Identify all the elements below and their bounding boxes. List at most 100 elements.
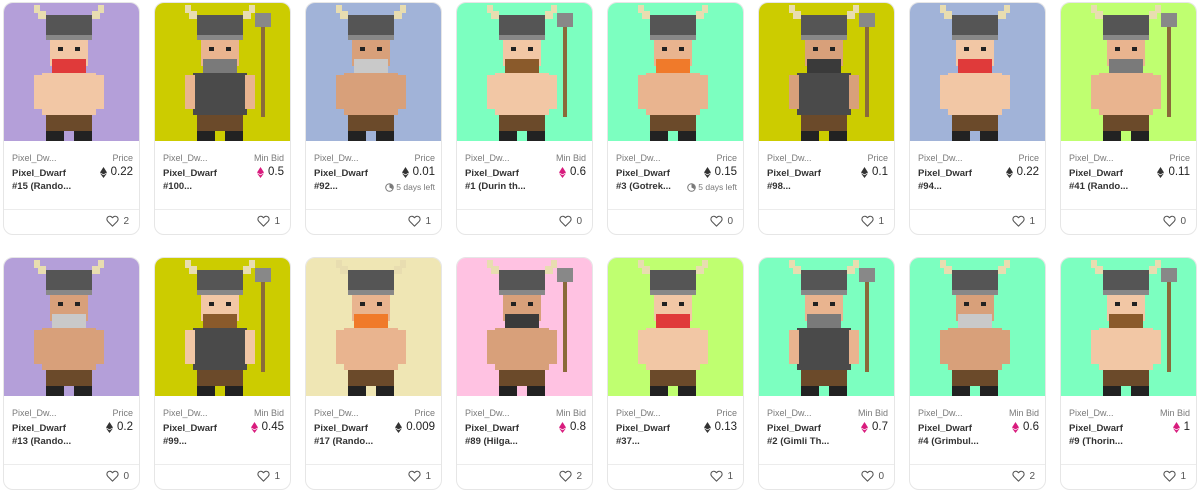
price-label: Min Bid <box>1159 408 1190 418</box>
nft-card[interactable]: Pixel_Dw... Price Pixel_Dwarf #15 (Rando...… <box>3 2 140 235</box>
nft-title[interactable]: Pixel_Dwarf #4 (Grimbul... <box>918 422 979 448</box>
price-label: Price <box>414 408 435 418</box>
price-value: 0.6 <box>1023 421 1039 433</box>
collection-name[interactable]: Pixel_Dw... <box>12 408 57 418</box>
nft-artwork[interactable] <box>457 3 592 141</box>
nft-artwork[interactable] <box>4 258 139 396</box>
nft-number: #98... <box>767 181 791 192</box>
heart-icon <box>408 470 422 482</box>
collection-name[interactable]: Pixel_Dw... <box>465 408 510 418</box>
collection-name[interactable]: Pixel_Dw... <box>616 153 661 163</box>
nft-name: Pixel_Dwarf <box>465 423 519 434</box>
nft-number: #41 (Rando... <box>1069 181 1129 192</box>
like-button[interactable]: 0 <box>710 215 733 227</box>
collection-name[interactable]: Pixel_Dw... <box>314 153 359 163</box>
nft-card[interactable]: Pixel_Dw... Price Pixel_Dwarf #37... 0.13 1 <box>607 257 744 490</box>
collection-name[interactable]: Pixel_Dw... <box>163 408 208 418</box>
nft-artwork[interactable] <box>155 3 290 141</box>
nft-title[interactable]: Pixel_Dwarf #13 (Rando... <box>12 422 71 448</box>
nft-artwork[interactable] <box>910 258 1045 396</box>
nft-title[interactable]: Pixel_Dwarf #15 (Rando... <box>12 167 71 193</box>
like-button[interactable]: 1 <box>1163 470 1186 482</box>
nft-title[interactable]: Pixel_Dwarf #89 (Hilga... <box>465 422 519 448</box>
collection-name[interactable]: Pixel_Dw... <box>1069 408 1114 418</box>
collection-name[interactable]: Pixel_Dw... <box>767 153 812 163</box>
collection-name[interactable]: Pixel_Dw... <box>767 408 812 418</box>
nft-title[interactable]: Pixel_Dwarf #92... <box>314 167 368 193</box>
like-button[interactable]: 2 <box>559 470 582 482</box>
nft-title[interactable]: Pixel_Dwarf #37... <box>616 422 670 448</box>
nft-artwork[interactable] <box>759 3 894 141</box>
nft-card[interactable]: Pixel_Dw... Min Bid Pixel_Dwarf #99... 0.45 1 <box>154 257 291 490</box>
nft-artwork[interactable] <box>608 3 743 141</box>
nft-title[interactable]: Pixel_Dwarf #1 (Durin th... <box>465 167 526 193</box>
collection-name[interactable]: Pixel_Dw... <box>918 153 963 163</box>
nft-artwork[interactable] <box>759 258 894 396</box>
like-button[interactable]: 2 <box>1012 470 1035 482</box>
like-button[interactable]: 0 <box>861 470 884 482</box>
like-button[interactable]: 1 <box>710 470 733 482</box>
nft-title[interactable]: Pixel_Dwarf #9 (Thorin... <box>1069 422 1123 448</box>
collection-name[interactable]: Pixel_Dw... <box>163 153 208 163</box>
like-button[interactable]: 1 <box>1012 215 1035 227</box>
nft-artwork[interactable] <box>306 3 441 141</box>
nft-card[interactable]: Pixel_Dw... Min Bid Pixel_Dwarf #1 (Durin t… <box>456 2 593 235</box>
weth-icon <box>257 166 264 178</box>
like-button[interactable]: 1 <box>408 470 431 482</box>
price-value: 0.22 <box>110 166 133 178</box>
time-left-text: 5 days left <box>698 182 737 192</box>
heart-icon <box>710 470 724 482</box>
nft-card[interactable]: Pixel_Dw... Price Pixel_Dwarf #41 (Rando...… <box>1060 2 1197 235</box>
nft-title[interactable]: Pixel_Dwarf #17 (Rando... <box>314 422 373 448</box>
nft-card[interactable]: Pixel_Dw... Min Bid Pixel_Dwarf #89 (Hilga.… <box>456 257 593 490</box>
nft-title[interactable]: Pixel_Dwarf #2 (Gimli Th... <box>767 422 829 448</box>
collection-name[interactable]: Pixel_Dw... <box>616 408 661 418</box>
nft-number: #89 (Hilga... <box>465 436 518 447</box>
nft-artwork[interactable] <box>155 258 290 396</box>
nft-card[interactable]: Pixel_Dw... Min Bid Pixel_Dwarf #9 (Thorin.… <box>1060 257 1197 490</box>
weth-icon <box>559 421 566 433</box>
like-button[interactable]: 2 <box>106 215 129 227</box>
weth-icon <box>250 421 258 433</box>
nft-artwork[interactable] <box>306 258 441 396</box>
nft-artwork[interactable] <box>1061 3 1196 141</box>
nft-title[interactable]: Pixel_Dwarf #41 (Rando... <box>1069 167 1128 193</box>
divider <box>608 209 743 210</box>
collection-name[interactable]: Pixel_Dw... <box>465 153 510 163</box>
nft-title[interactable]: Pixel_Dwarf #3 (Gotrek... <box>616 167 671 193</box>
nft-artwork[interactable] <box>1061 258 1196 396</box>
nft-name: Pixel_Dwarf <box>767 423 821 434</box>
nft-title[interactable]: Pixel_Dwarf #98... <box>767 167 821 193</box>
nft-card[interactable]: Pixel_Dw... Min Bid Pixel_Dwarf #4 (Grimbul… <box>909 257 1046 490</box>
nft-artwork[interactable] <box>4 3 139 141</box>
like-button[interactable]: 0 <box>106 470 129 482</box>
nft-title[interactable]: Pixel_Dwarf #99... <box>163 422 217 448</box>
nft-card[interactable]: Pixel_Dw... Min Bid Pixel_Dwarf #2 (Gimli T… <box>758 257 895 490</box>
divider <box>4 464 139 465</box>
like-button[interactable]: 1 <box>408 215 431 227</box>
like-button[interactable]: 1 <box>861 215 884 227</box>
nft-artwork[interactable] <box>457 258 592 396</box>
like-button[interactable]: 0 <box>1163 215 1186 227</box>
nft-artwork[interactable] <box>910 3 1045 141</box>
like-button[interactable]: 0 <box>559 215 582 227</box>
like-button[interactable]: 1 <box>257 215 280 227</box>
nft-card[interactable]: Pixel_Dw... Price Pixel_Dwarf #3 (Gotrek...… <box>607 2 744 235</box>
nft-card[interactable]: Pixel_Dw... Price Pixel_Dwarf #17 (Rando...… <box>305 257 442 490</box>
price-label: Min Bid <box>253 408 284 418</box>
nft-card[interactable]: Pixel_Dw... Price Pixel_Dwarf #94... 0.22 1 <box>909 2 1046 235</box>
nft-card[interactable]: Pixel_Dw... Price Pixel_Dwarf #13 (Rando...… <box>3 257 140 490</box>
price: 0.5 <box>257 166 284 178</box>
nft-artwork[interactable] <box>608 258 743 396</box>
nft-card[interactable]: Pixel_Dw... Min Bid Pixel_Dwarf #100... 0.5 1 <box>154 2 291 235</box>
like-button[interactable]: 1 <box>257 470 280 482</box>
collection-name[interactable]: Pixel_Dw... <box>314 408 359 418</box>
nft-title[interactable]: Pixel_Dwarf #94... <box>918 167 972 193</box>
nft-name: Pixel_Dwarf <box>12 168 66 179</box>
collection-name[interactable]: Pixel_Dw... <box>918 408 963 418</box>
nft-card[interactable]: Pixel_Dw... Price Pixel_Dwarf #98... 0.1 1 <box>758 2 895 235</box>
collection-name[interactable]: Pixel_Dw... <box>12 153 57 163</box>
collection-name[interactable]: Pixel_Dw... <box>1069 153 1114 163</box>
nft-title[interactable]: Pixel_Dwarf #100... <box>163 167 217 193</box>
nft-card[interactable]: Pixel_Dw... Price Pixel_Dwarf #92... 0.01 5 d… <box>305 2 442 235</box>
